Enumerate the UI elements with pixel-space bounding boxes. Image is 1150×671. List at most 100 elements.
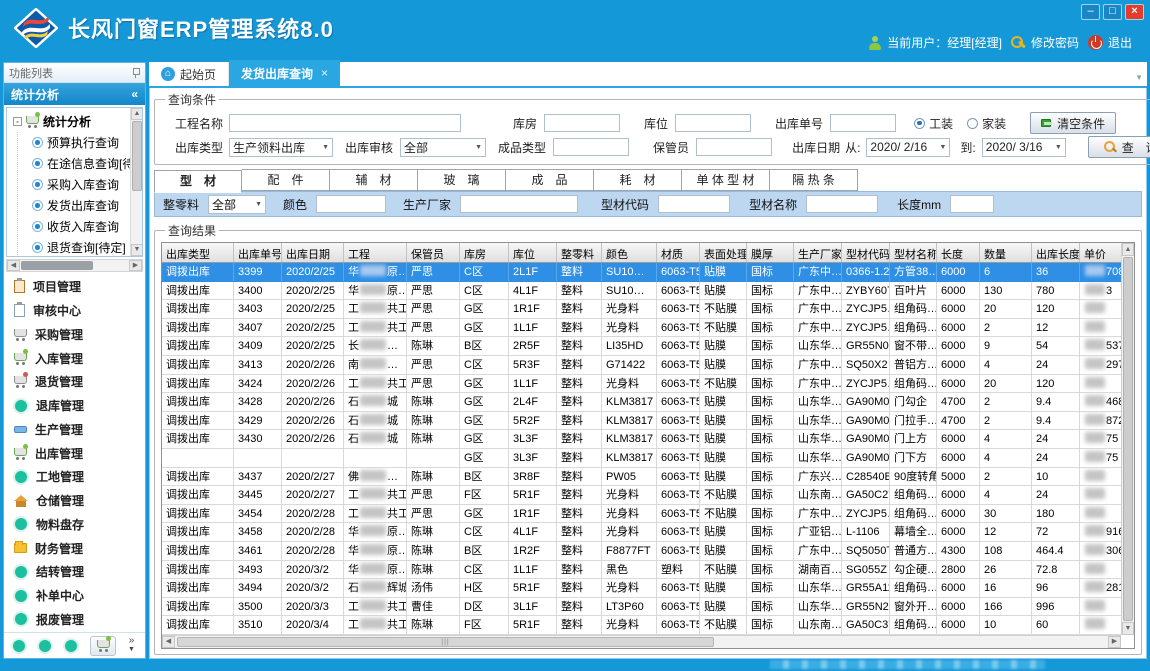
minimize-button[interactable]: –: [1081, 4, 1100, 20]
table-horizontal-scrollbar[interactable]: ◀ ||| ▶: [162, 635, 1121, 648]
scroll-right-icon[interactable]: ▶: [1108, 636, 1121, 648]
table-row[interactable]: 调拨出库34092020/2/25长…陈琳B区2R5F整料LI35HD6063-…: [162, 337, 1121, 356]
radio-icon[interactable]: [967, 118, 978, 129]
module-dot-icon[interactable]: [65, 640, 77, 652]
material-tab-5[interactable]: 耗 材: [594, 169, 682, 191]
material-tab-6[interactable]: 单 体 型 材: [682, 169, 770, 191]
sidebar-item-9[interactable]: 仓储管理: [14, 490, 145, 512]
scroll-down-icon[interactable]: ▼: [131, 244, 143, 256]
overflow-chevron[interactable]: »▼: [128, 637, 135, 654]
table-row[interactable]: 调拨出库34302020/2/26石城陈琳G区3L3F整料KLM38176063…: [162, 430, 1121, 449]
expand-collapse-icon[interactable]: -: [13, 117, 22, 126]
change-password-button[interactable]: 修改密码: [1011, 34, 1079, 51]
table-row[interactable]: 调拨出库34132020/2/26南…严思C区5R3F整料G714226063-…: [162, 356, 1121, 375]
table-row[interactable]: 调拨出库34372020/2/27佛…陈琳B区3R8F整料PW056063-T5…: [162, 468, 1121, 487]
tree-item-3[interactable]: 发货出库查询: [32, 195, 142, 216]
table-row[interactable]: 调拨出库34582020/2/28华原…陈琳C区4L1F整料光身料6063-T5…: [162, 523, 1121, 542]
date-to-picker[interactable]: 2020/ 3/16▼: [982, 138, 1066, 157]
sidebar-item-0[interactable]: 项目管理: [14, 276, 145, 298]
tree-item-4[interactable]: 收货入库查询: [32, 216, 142, 237]
sidebar-item-4[interactable]: 退货管理: [14, 371, 145, 393]
tab-shipment-outbound-query[interactable]: 发货出库查询 ×: [229, 60, 340, 86]
material-tab-0[interactable]: 型 材: [154, 170, 242, 193]
tree-item-1[interactable]: 在途信息查询[待: [32, 153, 142, 174]
tab-home[interactable]: ⌂ 起始页: [149, 62, 229, 86]
tree-item-2[interactable]: 采购入库查询: [32, 174, 142, 195]
table-row[interactable]: 调拨出库35002020/3/3工共工程曹佳D区3L1F整料LT3P606063…: [162, 598, 1121, 617]
tree-item-0[interactable]: 预算执行查询: [32, 132, 142, 153]
whole-part-select[interactable]: 全部▼: [208, 195, 266, 214]
date-from-picker[interactable]: 2020/ 2/16▼: [866, 138, 950, 157]
scroll-left-icon[interactable]: ◀: [7, 260, 20, 271]
logout-button[interactable]: 退出: [1088, 34, 1132, 51]
table-vertical-scrollbar[interactable]: ▲ ▼: [1121, 243, 1134, 635]
column-header-13[interactable]: 型材代码: [842, 243, 890, 262]
tree-horizontal-scrollbar[interactable]: ◀ ▶: [6, 259, 143, 272]
table-row[interactable]: 调拨出库34072020/2/25工共工程严思G区1L1F整料光身料6063-T…: [162, 319, 1121, 338]
material-tab-3[interactable]: 玻 璃: [418, 169, 506, 191]
column-header-10[interactable]: 表面处理: [700, 243, 747, 262]
tree-root-stats[interactable]: - 统计分析: [13, 111, 142, 132]
column-header-16[interactable]: 数量: [980, 243, 1032, 262]
table-row[interactable]: 调拨出库34002020/2/25华原…严思C区4L1F整料SU10…6063-…: [162, 282, 1121, 301]
column-header-1[interactable]: 出库单号: [234, 243, 282, 262]
table-row[interactable]: 调拨出库35102020/3/4工共工程陈琳F区5R1F整料光身料6063-T5…: [162, 616, 1121, 635]
length-input[interactable]: [950, 195, 994, 213]
table-row[interactable]: 调拨出库34292020/2/26石城陈琳G区5R2F整料KLM38176063…: [162, 412, 1121, 431]
table-row[interactable]: 调拨出库34932020/3/2华原…陈琳C区1L1F整料黑色塑料不贴膜国标湖南…: [162, 561, 1121, 580]
sidebar-item-11[interactable]: 财务管理: [14, 537, 145, 559]
column-header-14[interactable]: 型材名称: [890, 243, 937, 262]
scroll-right-icon[interactable]: ▶: [129, 260, 142, 271]
table-row[interactable]: 调拨出库34242020/2/26工共工程严思G区1L1F整料光身料6063-T…: [162, 375, 1121, 394]
out-audit-select[interactable]: 全部▼: [400, 138, 486, 157]
location-input[interactable]: [675, 114, 751, 132]
profile-name-input[interactable]: [806, 195, 878, 213]
table-row[interactable]: 调拨出库34452020/2/27工共工程严思F区5R1F整料光身料6063-T…: [162, 486, 1121, 505]
sidebar-item-6[interactable]: 生产管理: [14, 418, 145, 440]
scroll-down-icon[interactable]: ▼: [1122, 622, 1134, 635]
module-dot-icon[interactable]: [13, 640, 25, 652]
column-header-8[interactable]: 颜色: [602, 243, 657, 262]
table-row[interactable]: 调拨出库34032020/2/25工共工程严思G区1R1F整料光身料6063-T…: [162, 300, 1121, 319]
close-button[interactable]: ×: [1125, 4, 1144, 20]
collapse-icon[interactable]: «: [131, 87, 138, 101]
table-row[interactable]: 调拨出库33992020/2/25华原…严思C区2L1F整料SU10…6063-…: [162, 263, 1121, 282]
sidebar-item-10[interactable]: 物料盘存: [14, 513, 145, 535]
more-modules-button[interactable]: [90, 636, 116, 656]
out-type-select[interactable]: 生产领料出库▼: [229, 138, 333, 157]
material-tab-1[interactable]: 配 件: [242, 169, 330, 191]
material-tab-2[interactable]: 辅 材: [330, 169, 418, 191]
material-tab-4[interactable]: 成 品: [506, 169, 594, 191]
column-header-6[interactable]: 库位: [509, 243, 557, 262]
tree-item-5[interactable]: 退货查询[待定]: [32, 237, 142, 257]
sidebar-section-stats[interactable]: 统计分析 «: [4, 83, 145, 105]
sidebar-item-12[interactable]: 结转管理: [14, 561, 145, 583]
clear-conditions-button[interactable]: 清空条件: [1030, 112, 1116, 134]
profile-code-input[interactable]: [658, 195, 730, 213]
sidebar-item-7[interactable]: 出库管理: [14, 442, 145, 464]
project-name-input[interactable]: [229, 114, 461, 132]
radio-option-1[interactable]: 家装: [967, 115, 1006, 132]
warehouse-input[interactable]: [544, 114, 620, 132]
column-header-4[interactable]: 保管员: [407, 243, 460, 262]
pin-icon[interactable]: [131, 68, 140, 77]
scroll-up-icon[interactable]: ▲: [1122, 243, 1134, 256]
sidebar-item-1[interactable]: 审核中心: [14, 300, 145, 322]
maximize-button[interactable]: □: [1103, 4, 1122, 20]
color-input[interactable]: [316, 195, 386, 213]
column-header-17[interactable]: 出库长度: [1032, 243, 1080, 262]
column-header-11[interactable]: 膜厚: [747, 243, 794, 262]
scrollbar-thumb[interactable]: |||: [177, 637, 714, 647]
column-header-18[interactable]: 单价: [1080, 243, 1121, 262]
module-dot-icon[interactable]: [39, 640, 51, 652]
radio-option-0[interactable]: 工装: [914, 115, 953, 132]
column-header-9[interactable]: 材质: [657, 243, 700, 262]
tabbar-dropdown-icon[interactable]: ▼: [1135, 73, 1143, 82]
order-no-input[interactable]: [830, 114, 896, 132]
radio-icon[interactable]: [914, 118, 925, 129]
tab-close-icon[interactable]: ×: [321, 66, 328, 80]
table-row[interactable]: 调拨出库34612020/2/28华原…陈琳B区1R2F整料F8877FT606…: [162, 542, 1121, 561]
table-row[interactable]: 调拨出库34542020/2/28工共工程严思G区1R1F整料光身料6063-T…: [162, 505, 1121, 524]
sidebar-item-2[interactable]: 采购管理: [14, 323, 145, 345]
column-header-15[interactable]: 长度: [937, 243, 980, 262]
